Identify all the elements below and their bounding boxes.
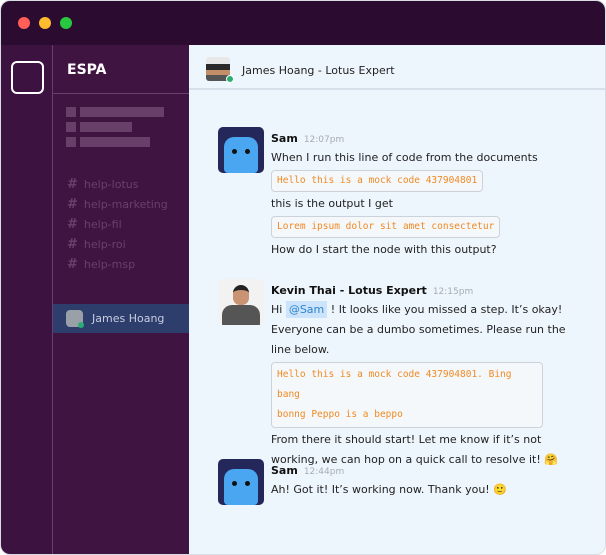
online-status-icon	[226, 75, 234, 83]
channel-label: help-marketing	[83, 198, 168, 211]
app-window: ESPA # help-lotus # help-marketing # help-f…	[0, 0, 606, 555]
avatar	[218, 127, 264, 173]
channel-label: help-fil	[83, 218, 122, 231]
minimize-button[interactable]	[39, 17, 51, 29]
online-status-icon	[78, 322, 84, 328]
code-block: Lorem ipsum dolor sit amet consectetur	[271, 216, 501, 238]
avatar	[218, 279, 264, 325]
channel-label: help-msp	[83, 258, 136, 271]
avatar	[218, 459, 264, 505]
channel-help-msp[interactable]: # help-msp	[67, 257, 135, 272]
hash-icon: #	[67, 217, 78, 232]
team-name[interactable]: ESPA	[67, 62, 106, 78]
placeholder-bar	[80, 122, 132, 132]
divider	[53, 93, 189, 94]
message-text: When I run this line of code from the do…	[271, 151, 538, 164]
dm-james-hoang[interactable]: James Hoang	[53, 304, 189, 333]
channel-label: help-lotus	[83, 178, 139, 191]
message-text: Everyone can be a dumbo sometimes. Pleas…	[271, 323, 566, 336]
chat-pane: James Hoang - Lotus Expert Sam 12:07pm Wh…	[189, 45, 605, 554]
author-name[interactable]: Sam	[271, 464, 298, 477]
channel-help-marketing[interactable]: # help-marketing	[67, 197, 168, 212]
workspace-rail	[1, 45, 53, 554]
chat-title: James Hoang - Lotus Expert	[242, 64, 395, 77]
maximize-button[interactable]	[60, 17, 72, 29]
message-text: Ah! Got it! It’s working now. Thank you!…	[271, 483, 507, 496]
hash-icon: #	[67, 237, 78, 252]
channel-help-roi[interactable]: # help-roi	[67, 237, 126, 252]
chat-header: James Hoang - Lotus Expert	[189, 45, 605, 90]
placeholder-bar	[80, 137, 150, 147]
message-text: Hi @Sam ! It looks like you missed a ste…	[271, 301, 563, 318]
author-name[interactable]: Sam	[271, 132, 298, 145]
sidebar: ESPA # help-lotus # help-marketing # help-f…	[53, 45, 189, 554]
placeholder-icon	[66, 137, 76, 147]
message-text: line below.	[271, 343, 330, 356]
timestamp: 12:07pm	[303, 135, 345, 145]
channel-help-lotus[interactable]: # help-lotus	[67, 177, 138, 192]
channel-help-fil[interactable]: # help-fil	[67, 217, 122, 232]
placeholder-icon	[66, 122, 76, 132]
code-block: Hello this is a mock code 437904801. Bin…	[271, 362, 543, 428]
timestamp: 12:44pm	[303, 467, 345, 477]
message-text: From there it should start! Let me know …	[271, 433, 542, 446]
smile-emoji-icon: 🙂	[493, 483, 507, 496]
dm-label: James Hoang	[92, 312, 165, 325]
placeholder-icon	[66, 107, 76, 117]
user-mention[interactable]: @Sam	[285, 301, 328, 318]
author-name[interactable]: Kevin Thai - Lotus Expert	[271, 284, 427, 297]
code-block: Hello this is a mock code 437904801	[271, 170, 484, 192]
hash-icon: #	[67, 177, 78, 192]
title-bar	[1, 1, 605, 45]
workspace-button[interactable]	[11, 61, 44, 94]
hash-icon: #	[67, 197, 78, 212]
message-text: this is the output I get	[271, 197, 393, 210]
hash-icon: #	[67, 257, 78, 272]
channel-label: help-roi	[83, 238, 126, 251]
message-text: How do I start the node with this output…	[271, 243, 497, 256]
close-button[interactable]	[18, 17, 30, 29]
timestamp: 12:15pm	[432, 287, 474, 297]
placeholder-bar	[80, 107, 164, 117]
